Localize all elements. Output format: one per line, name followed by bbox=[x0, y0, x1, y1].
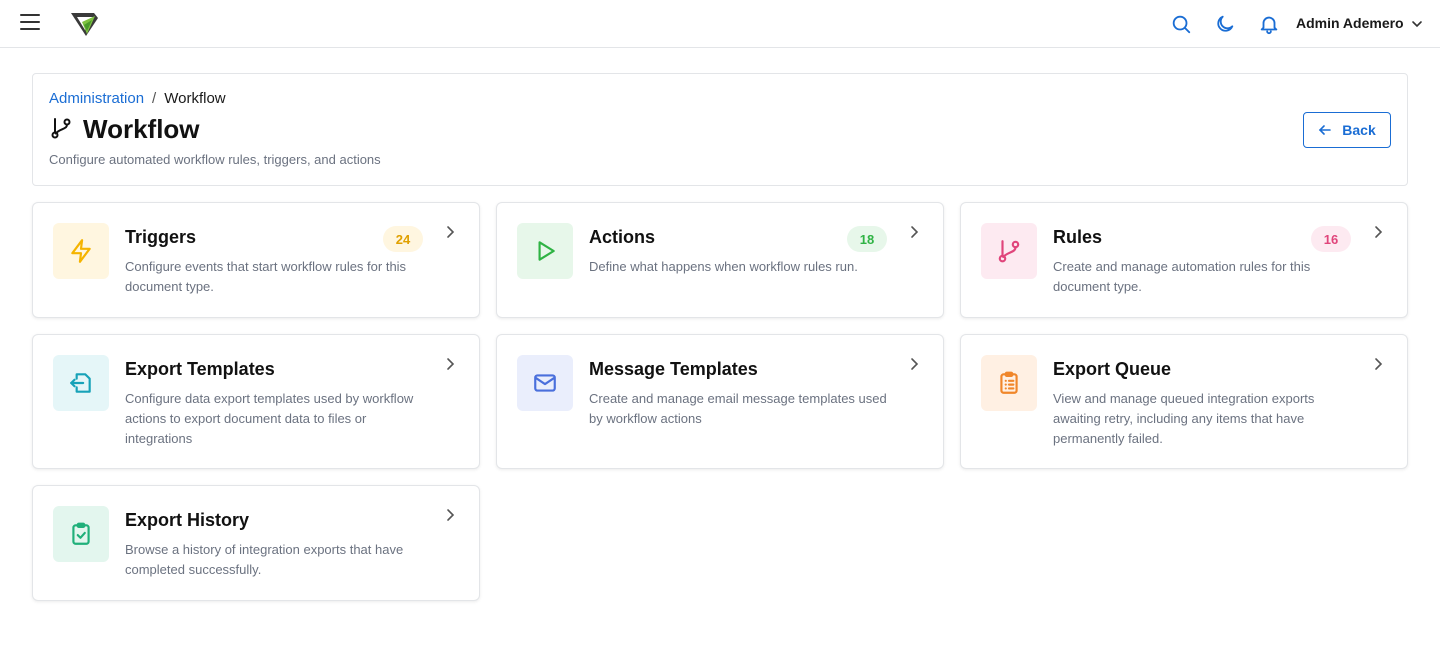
chevron-right-icon bbox=[1375, 358, 1383, 370]
chevron-right-icon bbox=[447, 226, 455, 238]
chevron-right-icon bbox=[447, 509, 455, 521]
user-menu-name[interactable]: Admin Ademero bbox=[1296, 15, 1404, 31]
page-title: Workflow bbox=[83, 114, 200, 144]
card-description: Create and manage automation rules for t… bbox=[1053, 259, 1311, 294]
breadcrumb-separator: / bbox=[152, 90, 157, 107]
card-title: Export History bbox=[125, 510, 250, 530]
chevron-right-icon bbox=[447, 358, 455, 370]
card-message-templates[interactable]: Message Templates Create and manage emai… bbox=[496, 334, 944, 469]
card-description: View and manage queued integration expor… bbox=[1053, 391, 1315, 446]
card-title: Message Templates bbox=[589, 359, 758, 379]
card-icon-tile bbox=[517, 223, 573, 279]
card-description: Configure events that start workflow rul… bbox=[125, 259, 407, 294]
card-description: Browse a history of integration exports … bbox=[125, 542, 404, 577]
top-bar: Admin Ademero bbox=[0, 0, 1440, 48]
card-description: Configure data export templates used by … bbox=[125, 391, 414, 446]
git-branch-icon bbox=[998, 240, 1020, 263]
card-icon-tile bbox=[53, 506, 109, 562]
arrow-left-icon bbox=[1319, 125, 1332, 135]
count-badge: 18 bbox=[847, 226, 887, 252]
play-icon bbox=[538, 241, 555, 261]
card-title: Triggers bbox=[125, 227, 197, 247]
card-description: Create and manage email message template… bbox=[589, 391, 887, 426]
card-triggers[interactable]: Triggers 24 Configure events that start … bbox=[32, 202, 480, 318]
card-export-history[interactable]: Export History Browse a history of integ… bbox=[32, 485, 480, 601]
page-header: Administration / Workflow Workflow Configu… bbox=[32, 73, 1408, 186]
lightning-icon bbox=[71, 239, 91, 263]
card-export-queue[interactable]: Export Queue View and manage queued inte… bbox=[960, 334, 1408, 469]
card-actions[interactable]: Actions 18 Define what happens when work… bbox=[496, 202, 944, 318]
clipboard-list-icon bbox=[1000, 371, 1018, 394]
menu-icon[interactable] bbox=[20, 14, 40, 32]
search-icon[interactable] bbox=[1170, 13, 1192, 35]
chevron-right-icon bbox=[911, 358, 919, 370]
page-subtitle: Configure automated workflow rules, trig… bbox=[49, 152, 381, 167]
card-icon-tile bbox=[53, 223, 109, 279]
chevron-down-icon[interactable] bbox=[1410, 17, 1424, 31]
card-icon-tile bbox=[981, 223, 1037, 279]
app-logo[interactable] bbox=[68, 8, 100, 40]
dark-mode-icon[interactable] bbox=[1214, 13, 1236, 35]
card-export-templates[interactable]: Export Templates Configure data export t… bbox=[32, 334, 480, 469]
breadcrumb: Administration / Workflow bbox=[49, 90, 226, 107]
card-rules[interactable]: Rules 16 Create and manage automation ru… bbox=[960, 202, 1408, 318]
card-description: Define what happens when workflow rules … bbox=[589, 259, 858, 274]
clipboard-check-icon bbox=[72, 522, 90, 545]
back-button-label: Back bbox=[1342, 122, 1376, 138]
card-icon-tile bbox=[517, 355, 573, 411]
chevron-right-icon bbox=[1375, 226, 1383, 238]
card-icon-tile bbox=[981, 355, 1037, 411]
git-branch-icon bbox=[51, 118, 71, 139]
card-title: Export Templates bbox=[125, 359, 275, 379]
back-button[interactable]: Back bbox=[1303, 112, 1391, 148]
file-export-icon bbox=[70, 373, 91, 393]
card-title: Actions bbox=[589, 227, 656, 247]
card-title: Export Queue bbox=[1053, 359, 1172, 379]
breadcrumb-administration-link[interactable]: Administration bbox=[49, 90, 144, 107]
envelope-icon bbox=[534, 374, 556, 392]
card-title: Rules bbox=[1053, 227, 1103, 247]
count-badge: 24 bbox=[383, 226, 423, 252]
chevron-right-icon bbox=[911, 226, 919, 238]
bell-icon[interactable] bbox=[1258, 13, 1280, 35]
card-icon-tile bbox=[53, 355, 109, 411]
breadcrumb-current: Workflow bbox=[164, 90, 226, 107]
count-badge: 16 bbox=[1311, 226, 1351, 252]
